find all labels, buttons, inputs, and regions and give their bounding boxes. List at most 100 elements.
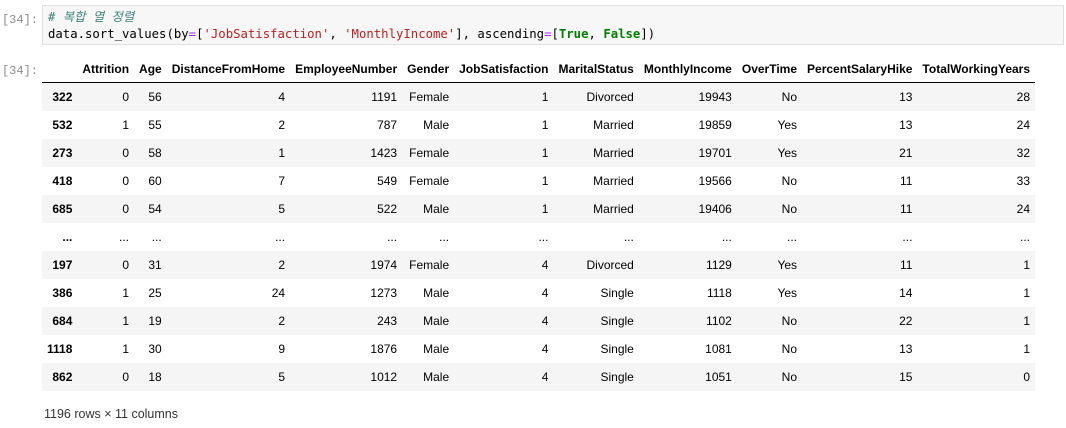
table-cell: 18 <box>148 370 162 384</box>
column-header: EmployeeNumber <box>290 55 403 83</box>
table-cell: 31 <box>148 258 162 272</box>
table-cell: 13 <box>899 118 913 132</box>
table-cell: ... <box>119 230 130 244</box>
table-cell: 25 <box>148 286 162 300</box>
code-cell[interactable]: # 복합 열 정렬 data.sort_values(by=['JobSatis… <box>42 5 1064 45</box>
table-cell: 14 <box>899 286 913 300</box>
table-row: 322 0 56 4 1191 Female 1 Divorced 19943 No 13 28 <box>42 82 1036 111</box>
table-cell: 28 <box>1016 90 1031 104</box>
row-index: 685 <box>52 202 73 216</box>
table-cell: 1118 <box>706 286 732 300</box>
code-comment: # 복합 열 정렬 <box>48 10 135 24</box>
input-prompt: [34]: <box>1 13 38 27</box>
row-index: 532 <box>52 118 73 132</box>
table-row: 685 0 54 5 522 Male 1 Married 19406 No 11 24 <box>42 195 1036 223</box>
table-cell: 1129 <box>706 258 732 272</box>
column-header: TotalWorkingYears <box>917 55 1036 83</box>
table-cell: ... <box>151 230 162 244</box>
table-cell: 1 <box>1023 258 1031 272</box>
table-cell: 0 <box>122 258 130 272</box>
table-row: 273 0 58 1 1423 Female 1 Married 19701 Yes 21 32 <box>42 139 1036 167</box>
table-cell: 56 <box>148 90 162 104</box>
table-header-row: Attrition Age DistanceFromHome EmployeeNumb… <box>42 55 1036 83</box>
table-cell: ... <box>439 230 450 244</box>
table-cell: Female <box>409 258 450 272</box>
row-index: ... <box>62 230 73 244</box>
row-index: 386 <box>52 286 73 300</box>
column-header: DistanceFromHome <box>166 55 291 83</box>
table-cell: 1 <box>541 90 549 104</box>
table-cell: Male <box>423 314 450 328</box>
table-cell: 24 <box>271 286 286 300</box>
code-line-2: data.sort_values(by=['JobSatisfaction', … <box>48 27 656 41</box>
output-prompt: [34]: <box>1 64 38 78</box>
table-cell: 787 <box>377 118 398 132</box>
table-cell: 32 <box>1016 146 1031 160</box>
table-cell: 19406 <box>698 202 732 216</box>
table-cell: Divorced <box>586 258 634 272</box>
table-cell: ... <box>721 230 732 244</box>
table-cell: 1 <box>541 118 549 132</box>
table-cell: 4 <box>541 258 549 272</box>
table-cell: Divorced <box>586 90 634 104</box>
table-cell: 1081 <box>705 342 732 356</box>
table-cell: 1 <box>541 174 549 188</box>
table-cell: 1012 <box>370 370 398 384</box>
table-cell: 5 <box>278 370 286 384</box>
table-cell: 24 <box>1016 118 1031 132</box>
table-cell: Married <box>593 146 634 160</box>
table-cell: 4 <box>278 90 286 104</box>
table-cell: No <box>781 342 798 356</box>
table-row: .................................... <box>42 223 1035 251</box>
table-cell: Yes <box>777 118 798 132</box>
column-header: JobSatisfaction <box>454 55 554 83</box>
table-cell: Female <box>409 90 450 104</box>
table-cell: Male <box>423 370 450 384</box>
table-row: 386 1 25 24 1273 Male 4 Single 1118 Yes 14 1 <box>42 279 1035 307</box>
table-cell: 24 <box>1016 202 1031 216</box>
column-header: OverTime <box>736 55 803 83</box>
table-cell: 13 <box>899 342 913 356</box>
table-cell: 2 <box>278 118 286 132</box>
table-cell: Female <box>409 146 450 160</box>
table-cell: 1 <box>122 314 130 328</box>
table-cell: 4 <box>541 286 549 300</box>
table-cell: ... <box>538 230 549 244</box>
table-cell: 55 <box>148 118 162 132</box>
row-index: 197 <box>52 258 73 272</box>
table-cell: Married <box>593 202 634 216</box>
table-cell: 19859 <box>698 118 732 132</box>
table-cell: 1 <box>541 146 549 160</box>
table-cell: 54 <box>148 202 162 216</box>
table-cell: Single <box>600 342 634 356</box>
table-cell: ... <box>787 230 798 244</box>
table-cell: 1974 <box>370 258 398 272</box>
table-cell: 243 <box>377 314 398 328</box>
column-header: MaritalStatus <box>553 55 639 83</box>
column-header: Age <box>134 55 167 83</box>
table-cell: No <box>781 314 798 328</box>
table-cell: 19943 <box>698 90 732 104</box>
column-header: MonthlyIncome <box>638 55 737 83</box>
table-cell: 21 <box>899 146 913 160</box>
table-cell: 1273 <box>370 286 398 300</box>
table-cell: Single <box>600 286 634 300</box>
table-cell: 1 <box>1023 286 1031 300</box>
table-cell: ... <box>1020 230 1031 244</box>
table-cell: 4 <box>541 314 549 328</box>
row-index: 273 <box>52 146 73 160</box>
table-cell: 5 <box>278 202 286 216</box>
index-header <box>42 55 78 83</box>
table-cell: 9 <box>278 342 286 356</box>
table-cell: 11 <box>899 202 913 216</box>
table-cell: ... <box>275 230 286 244</box>
table-row: 418 0 60 7 549 Female 1 Married 19566 No 11 33 <box>42 167 1035 195</box>
table-cell: Married <box>593 174 634 188</box>
table-cell: 0 <box>122 146 130 160</box>
table-cell: 1 <box>122 118 130 132</box>
table-cell: No <box>781 370 798 384</box>
table-cell: 0 <box>122 174 130 188</box>
table-cell: 1 <box>1023 342 1031 356</box>
table-cell: 1 <box>122 286 130 300</box>
table-cell: Yes <box>777 286 798 300</box>
